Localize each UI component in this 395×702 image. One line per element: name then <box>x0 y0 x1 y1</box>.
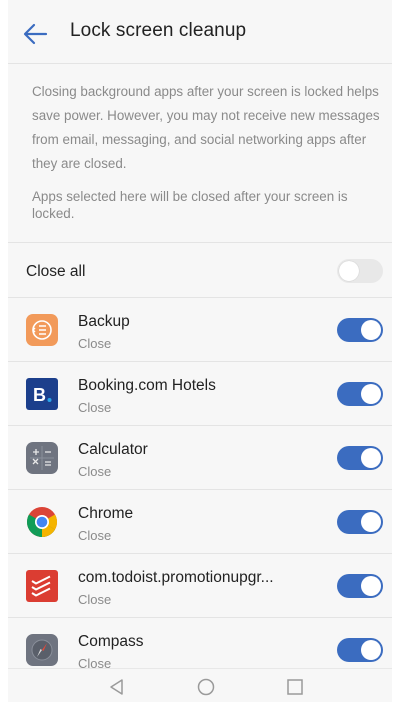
app-status: Close <box>78 528 112 543</box>
app-row-calculator[interactable]: Calculator Close <box>8 426 392 490</box>
toggle-knob <box>361 640 381 660</box>
page-title: Lock screen cleanup <box>70 20 247 41</box>
toggle-knob <box>361 320 381 340</box>
todoist-icon <box>26 570 58 602</box>
svg-text:B: B <box>33 385 46 405</box>
app-name: Chrome <box>78 505 134 522</box>
app-toggle-compass[interactable] <box>337 638 383 662</box>
app-toggle-chrome[interactable] <box>337 510 383 534</box>
header: Lock screen cleanup <box>8 0 392 64</box>
chrome-icon <box>26 507 58 538</box>
divider <box>8 63 392 64</box>
toggle-knob <box>361 576 381 596</box>
app-status: Close <box>78 592 112 607</box>
app-status: Close <box>78 400 112 415</box>
app-row-chrome[interactable]: Chrome Close <box>8 490 392 554</box>
app-name: Booking.com Hotels <box>78 377 216 394</box>
app-status: Close <box>78 336 112 351</box>
app-row-backup[interactable]: Backup Close <box>8 298 392 362</box>
app-toggle-booking[interactable] <box>337 382 383 406</box>
system-navbar <box>8 668 392 702</box>
description-note: Apps selected here will be closed after … <box>32 189 348 221</box>
toggle-knob <box>361 384 381 404</box>
app-name: Calculator <box>78 441 148 458</box>
toggle-knob <box>361 512 381 532</box>
close-all-row[interactable]: Close all <box>8 242 392 298</box>
app-status: Close <box>78 464 112 479</box>
toggle-knob <box>361 448 381 468</box>
calculator-icon <box>26 442 58 474</box>
app-toggle-todoist[interactable] <box>337 574 383 598</box>
app-name: Backup <box>78 313 130 330</box>
description-text: Closing background apps after your scree… <box>32 84 380 171</box>
lock-screen-cleanup-screen: Lock screen cleanup Closing background a… <box>8 0 392 702</box>
app-toggle-backup[interactable] <box>337 318 383 342</box>
back-triangle-icon[interactable] <box>108 678 126 696</box>
app-name: Compass <box>78 633 144 650</box>
app-toggle-calculator[interactable] <box>337 446 383 470</box>
app-row-booking[interactable]: B Booking.com Hotels Close <box>8 362 392 426</box>
booking-icon: B <box>26 378 58 410</box>
arrow-left-icon[interactable] <box>22 22 48 46</box>
app-row-todoist[interactable]: com.todoist.promotionupgr... Close <box>8 554 392 618</box>
backup-icon <box>26 314 58 346</box>
toggle-knob <box>339 261 359 281</box>
app-list: Backup Close B Booking.com Hotels Close … <box>8 298 392 682</box>
close-all-label: Close all <box>26 263 86 280</box>
recents-square-icon[interactable] <box>286 678 304 696</box>
compass-icon <box>26 634 58 666</box>
close-all-toggle[interactable] <box>337 259 383 283</box>
home-circle-icon[interactable] <box>197 678 215 696</box>
app-name: com.todoist.promotionupgr... <box>78 569 274 586</box>
